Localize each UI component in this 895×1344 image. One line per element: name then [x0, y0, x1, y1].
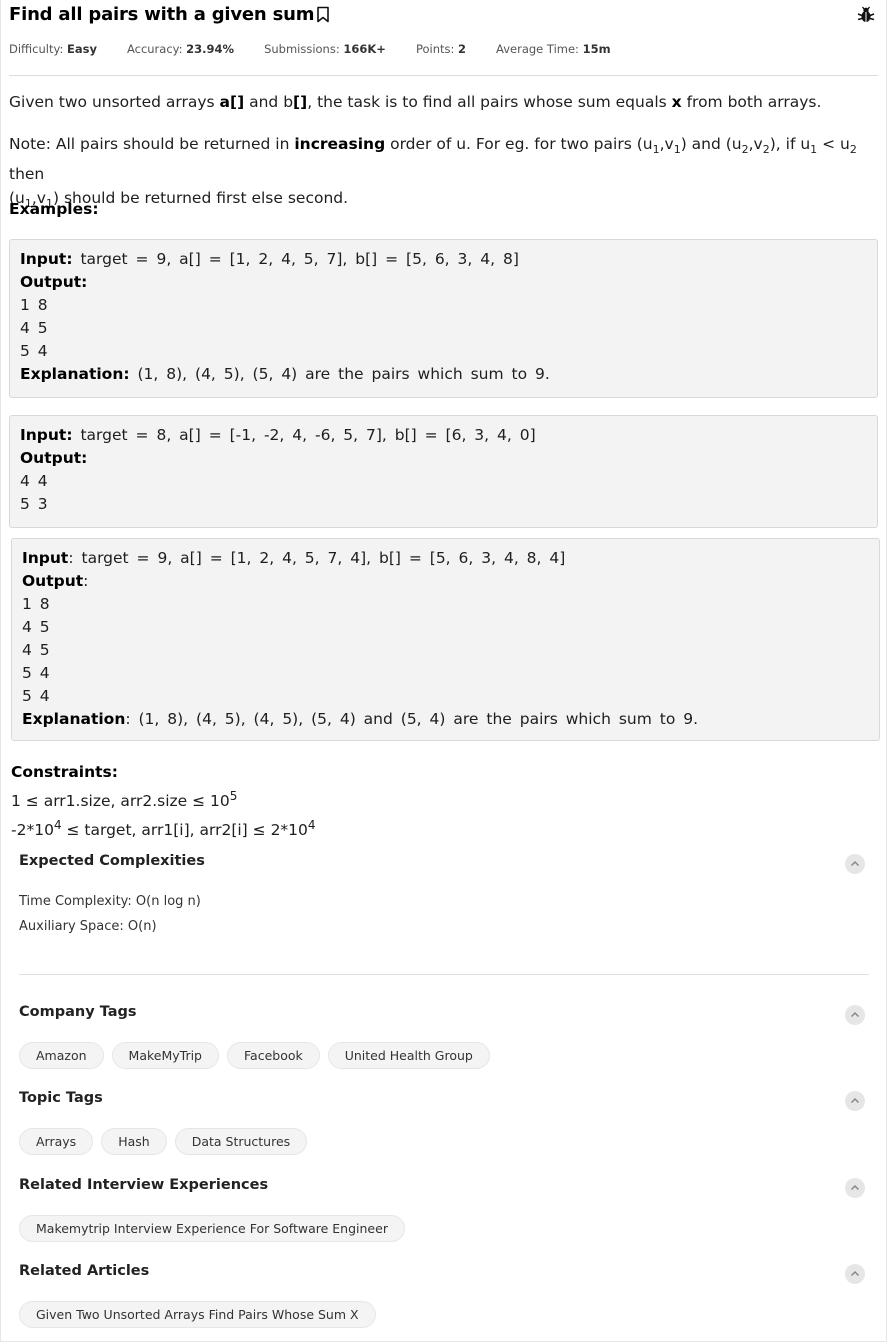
topic-tag[interactable]: Hash: [101, 1128, 167, 1155]
interview-experience-link[interactable]: Makemytrip Interview Experience For Soft…: [19, 1215, 405, 1242]
constraints-heading: Constraints:: [11, 763, 118, 781]
submissions-value: 166K+: [343, 42, 386, 56]
problem-title: Find all pairs with a given sum: [9, 4, 330, 25]
example-output-line: 4 5: [22, 641, 50, 659]
example-output-line: 4 5: [22, 618, 50, 636]
chevron-up-icon[interactable]: [845, 1091, 865, 1111]
topic-tags-list: Arrays Hash Data Structures: [19, 1128, 308, 1155]
example-output-line: 1 8: [22, 595, 50, 613]
example-box-1: Input: target = 9, a[] = [1, 2, 4, 5, 7]…: [9, 239, 878, 398]
average-time-label: Average Time:: [496, 42, 579, 56]
example-explanation: Explanation: (1, 8), (4, 5), (4, 5), (5,…: [22, 710, 699, 728]
example-output-label: Output:: [22, 572, 89, 590]
problem-description: Given two unsorted arrays a[] and b[], t…: [9, 93, 822, 111]
example-output-line: 5 4: [22, 687, 50, 705]
title-row: Find all pairs with a given sum: [9, 4, 879, 30]
chevron-up-icon[interactable]: [845, 1178, 865, 1198]
divider: [9, 75, 878, 76]
average-time-value: 15m: [582, 42, 611, 56]
example-output-line: 4 4: [20, 472, 48, 490]
example-output-line: 5 4: [20, 342, 48, 360]
time-complexity: Time Complexity: O(n log n): [19, 894, 201, 909]
topic-tag[interactable]: Arrays: [19, 1128, 94, 1155]
points-label: Points:: [415, 42, 455, 56]
accuracy-value: 23.94%: [186, 42, 235, 56]
submissions: Submissions: 166K+: [264, 42, 386, 56]
section-title: Related Interview Experiences: [19, 1177, 269, 1193]
example-input: Input: target = 8, a[] = [-1, -2, 4, -6,…: [20, 426, 536, 444]
bookmark-icon[interactable]: [316, 6, 330, 23]
related-articles-list: Given Two Unsorted Arrays Find Pairs Who…: [19, 1301, 376, 1328]
company-tags-list: Amazon MakeMyTrip Facebook United Health…: [19, 1042, 490, 1069]
example-input: Input: target = 9, a[] = [1, 2, 4, 5, 7,…: [22, 549, 566, 567]
company-tag[interactable]: Facebook: [227, 1042, 320, 1069]
company-tag[interactable]: Amazon: [19, 1042, 104, 1069]
points: Points: 2: [416, 42, 466, 56]
average-time: Average Time: 15m: [496, 42, 611, 56]
example-input: Input: target = 9, a[] = [1, 2, 4, 5, 7]…: [20, 250, 519, 268]
accuracy-label: Accuracy:: [126, 42, 183, 56]
chevron-up-icon[interactable]: [845, 1264, 865, 1284]
divider: [19, 974, 869, 975]
example-output-line: 5 3: [20, 495, 48, 513]
section-expected-complexities[interactable]: Expected Complexities: [19, 853, 869, 875]
difficulty: Difficulty: Easy: [9, 42, 97, 56]
bug-icon[interactable]: [857, 6, 875, 24]
example-output-line: 5 4: [22, 664, 50, 682]
section-company-tags[interactable]: Company Tags: [19, 1004, 869, 1026]
example-box-2: Input: target = 8, a[] = [-1, -2, 4, -6,…: [9, 415, 878, 528]
auxiliary-space: Auxiliary Space: O(n): [19, 919, 157, 934]
example-output-label: Output:: [20, 273, 88, 291]
difficulty-value: Easy: [66, 42, 97, 56]
accuracy: Accuracy: 23.94%: [127, 42, 234, 56]
examples-heading: Examples:: [9, 200, 99, 218]
submissions-label: Submissions:: [264, 42, 340, 56]
constraints: Constraints: 1 ≤ arr1.size, arr2.size ≤ …: [11, 760, 316, 842]
chevron-up-icon[interactable]: [845, 1005, 865, 1025]
chevron-up-icon[interactable]: [845, 854, 865, 874]
example-explanation: Explanation: (1, 8), (4, 5), (5, 4) are …: [20, 365, 550, 383]
difficulty-label: Difficulty:: [9, 42, 64, 56]
section-title: Related Articles: [19, 1263, 150, 1279]
company-tag[interactable]: United Health Group: [327, 1042, 490, 1069]
interview-experiences-list: Makemytrip Interview Experience For Soft…: [19, 1215, 405, 1242]
example-box-3: Input: target = 9, a[] = [1, 2, 4, 5, 7,…: [11, 538, 880, 741]
constraint-range: -2*104 ≤ target, arr1[i], arr2[i] ≤ 2*10…: [11, 818, 316, 839]
example-output-line: 4 5: [20, 319, 48, 337]
topic-tag[interactable]: Data Structures: [174, 1128, 308, 1155]
example-output-line: 1 8: [20, 296, 48, 314]
problem-title-text: Find all pairs with a given sum: [9, 4, 315, 25]
problem-meta: Difficulty: Easy Accuracy: 23.94% Submis…: [9, 42, 641, 56]
related-article-link[interactable]: Given Two Unsorted Arrays Find Pairs Who…: [19, 1301, 376, 1328]
section-title: Company Tags: [19, 1004, 137, 1020]
section-title: Expected Complexities: [19, 853, 205, 869]
points-value: 2: [458, 42, 467, 56]
problem-note: Note: All pairs should be returned in in…: [9, 135, 857, 210]
example-output-label: Output:: [20, 449, 88, 467]
section-related-articles[interactable]: Related Articles: [19, 1263, 869, 1285]
section-topic-tags[interactable]: Topic Tags: [19, 1090, 869, 1112]
constraint-size: 1 ≤ arr1.size, arr2.size ≤ 105: [11, 789, 238, 810]
section-related-interview-experiences[interactable]: Related Interview Experiences: [19, 1177, 869, 1199]
company-tag[interactable]: MakeMyTrip: [111, 1042, 219, 1069]
section-title: Topic Tags: [19, 1090, 103, 1106]
